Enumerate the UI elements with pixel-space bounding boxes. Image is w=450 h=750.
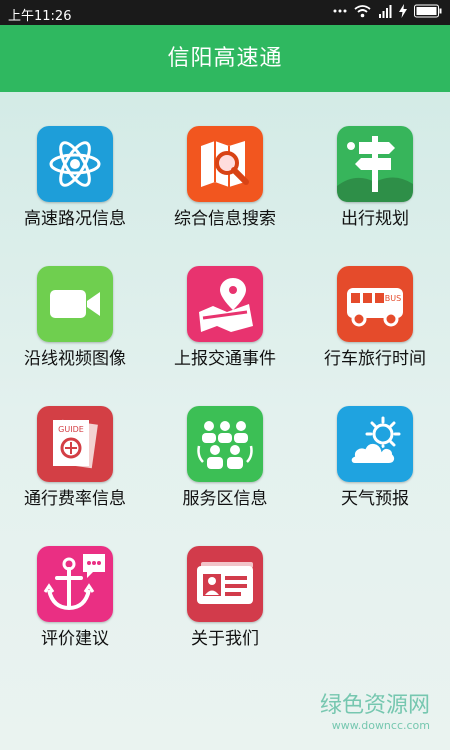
atom-icon (37, 126, 113, 202)
more-icon (333, 4, 347, 22)
svg-text:GUIDE: GUIDE (58, 425, 84, 434)
menu-item-info-search[interactable]: 综合信息搜索 (150, 92, 300, 232)
menu-label: 天气预报 (341, 489, 409, 509)
wifi-icon (354, 4, 371, 22)
guide-book-icon: GUIDE (37, 406, 113, 482)
menu-item-about-us[interactable]: 关于我们 (150, 512, 300, 652)
status-icons (333, 4, 442, 22)
app-header: 信阳高速通 (0, 25, 450, 92)
charging-icon (399, 4, 407, 22)
id-card-icon (187, 546, 263, 622)
menu-label: 评价建议 (41, 629, 109, 649)
menu-label: 服务区信息 (182, 489, 268, 509)
status-time: 上午11:26 (8, 9, 72, 24)
watermark-text: 绿色资源网 (319, 693, 430, 718)
menu-label: 高速路况信息 (24, 209, 126, 229)
menu-item-toll-rates[interactable]: GUIDE 通行费率信息 (0, 372, 150, 512)
video-camera-icon (37, 266, 113, 342)
menu-label: 通行费率信息 (24, 489, 126, 509)
menu-label: 沿线视频图像 (24, 349, 126, 369)
battery-icon (414, 4, 442, 22)
menu-item-video[interactable]: 沿线视频图像 (0, 232, 150, 372)
anchor-chat-icon (37, 546, 113, 622)
watermark-url: www.downcc.com (331, 719, 430, 732)
menu-item-feedback[interactable]: 评价建议 (0, 512, 150, 652)
menu-label: 行车旅行时间 (324, 349, 426, 369)
menu-item-report-incident[interactable]: 上报交通事件 (150, 232, 300, 372)
signpost-icon (337, 126, 413, 202)
status-bar: 上午11:26 (0, 0, 450, 25)
menu-item-road-conditions[interactable]: 高速路况信息 (0, 92, 150, 232)
watermark: 绿色资源网 www.downcc.com (320, 687, 430, 732)
people-group-icon (187, 406, 263, 482)
menu-label: 上报交通事件 (174, 349, 276, 369)
map-pin-icon (187, 266, 263, 342)
menu-item-trip-planning[interactable]: 出行规划 (300, 92, 450, 232)
signal-icon (378, 4, 392, 22)
page-title: 信阳高速通 (167, 46, 283, 71)
menu-item-travel-time[interactable]: BUS 行车旅行时间 (300, 232, 450, 372)
svg-text:BUS: BUS (385, 294, 401, 303)
menu-label: 出行规划 (341, 209, 409, 229)
menu-item-service-area[interactable]: 服务区信息 (150, 372, 300, 512)
map-search-icon (187, 126, 263, 202)
menu-label: 关于我们 (191, 629, 259, 649)
bus-icon: BUS (337, 266, 413, 342)
menu-item-weather[interactable]: 天气预报 (300, 372, 450, 512)
menu-label: 综合信息搜索 (174, 209, 276, 229)
cloud-sun-icon (337, 406, 413, 482)
